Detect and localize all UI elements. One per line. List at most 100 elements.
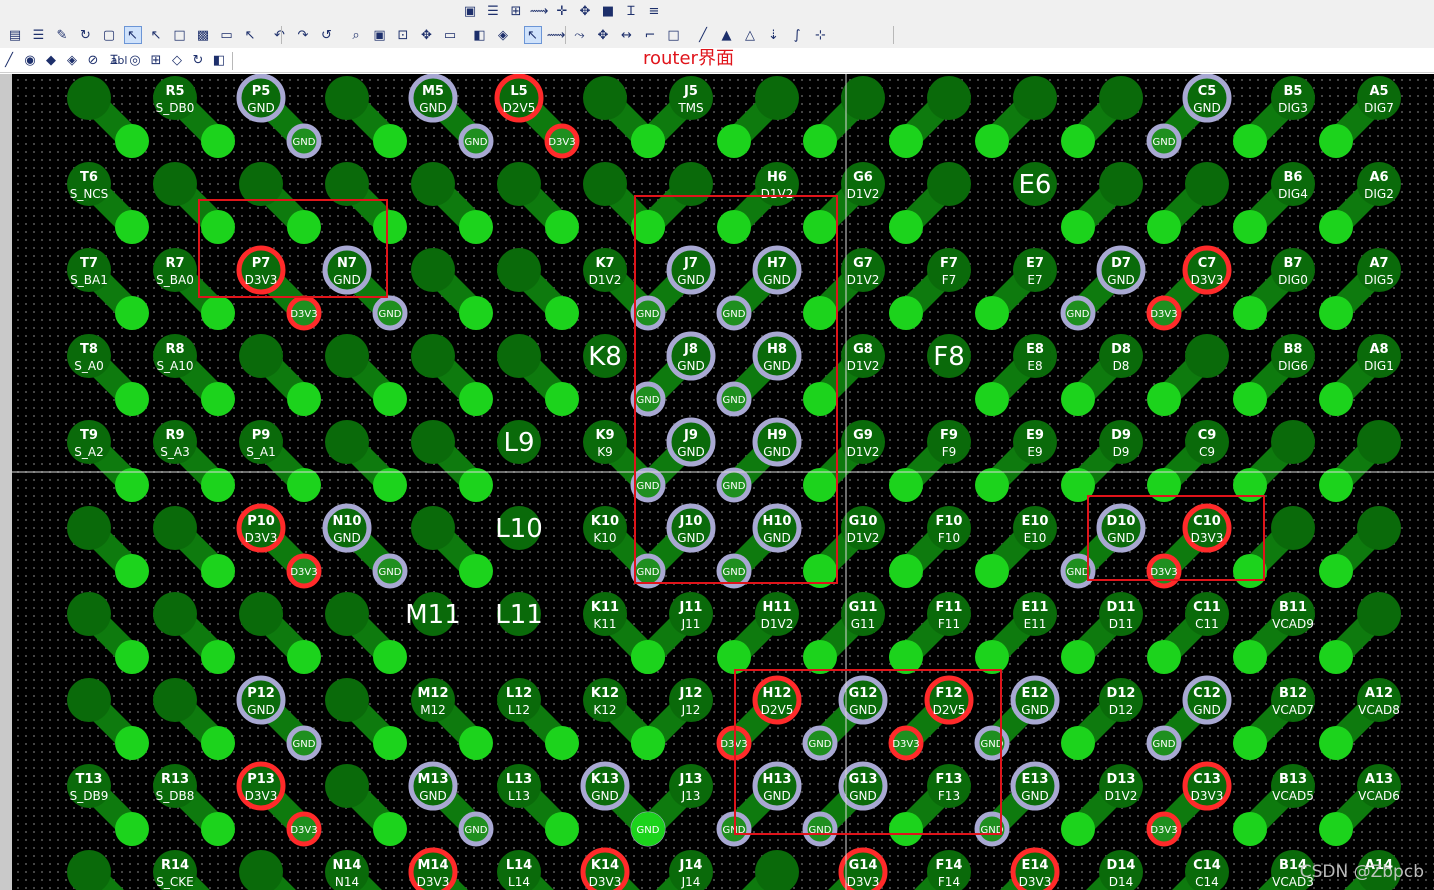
- pad-l6[interactable]: [497, 162, 541, 206]
- text-icon[interactable]: Ɪ: [622, 2, 640, 20]
- view-icon[interactable]: ▢: [100, 26, 118, 44]
- via[interactable]: [889, 296, 923, 330]
- route-icon[interactable]: ⟿: [530, 2, 549, 20]
- pad-r6[interactable]: [153, 162, 197, 206]
- pad-b10[interactable]: [1271, 506, 1315, 550]
- grid-icon[interactable]: ⊞: [147, 51, 165, 69]
- select-icon[interactable]: ↖: [123, 26, 142, 44]
- via[interactable]: [545, 726, 579, 760]
- box-icon[interactable]: □: [665, 26, 683, 44]
- pad-d5[interactable]: [1099, 76, 1143, 120]
- pad-t11[interactable]: [67, 592, 111, 636]
- palette-icon[interactable]: ◈: [63, 51, 81, 69]
- via[interactable]: [373, 812, 407, 846]
- pad-m6[interactable]: [411, 162, 455, 206]
- pad-r12[interactable]: [153, 678, 197, 722]
- via[interactable]: [975, 296, 1009, 330]
- tool-icon[interactable]: ✎: [53, 26, 71, 44]
- via[interactable]: [373, 468, 407, 502]
- route2-icon[interactable]: ⤳: [571, 26, 589, 44]
- via[interactable]: [287, 382, 321, 416]
- curve-icon[interactable]: ∫: [788, 26, 806, 44]
- zoom-window-icon[interactable]: ⊡: [394, 26, 412, 44]
- pan-icon[interactable]: ✥: [418, 26, 436, 44]
- box-icon[interactable]: □: [171, 26, 189, 44]
- pad-f6[interactable]: [927, 162, 971, 206]
- redo-icon[interactable]: ↷: [294, 26, 312, 44]
- pad-t5[interactable]: [67, 76, 111, 120]
- pad-n8[interactable]: [325, 334, 369, 378]
- lock-icon[interactable]: ▲: [718, 26, 736, 44]
- via[interactable]: [1061, 812, 1095, 846]
- via[interactable]: [287, 468, 321, 502]
- via[interactable]: [1319, 296, 1353, 330]
- pad-r11[interactable]: [153, 592, 197, 636]
- move-icon[interactable]: ✥: [594, 26, 612, 44]
- via[interactable]: [975, 382, 1009, 416]
- via[interactable]: [545, 812, 579, 846]
- doc-icon[interactable]: ▭: [218, 26, 236, 44]
- no-icon[interactable]: ⊘: [84, 51, 102, 69]
- via[interactable]: [115, 296, 149, 330]
- pad-h14[interactable]: [755, 850, 799, 890]
- cross-icon[interactable]: ✛: [553, 2, 571, 20]
- via[interactable]: [201, 124, 235, 158]
- pad-l8[interactable]: [497, 334, 541, 378]
- via[interactable]: [1319, 210, 1353, 244]
- via[interactable]: [201, 726, 235, 760]
- board-icon[interactable]: ▩: [194, 26, 212, 44]
- via[interactable]: [115, 468, 149, 502]
- via[interactable]: [1233, 382, 1267, 416]
- pad-n13[interactable]: [325, 764, 369, 808]
- via[interactable]: [459, 554, 493, 588]
- pad-f5[interactable]: [927, 76, 971, 120]
- net-icon[interactable]: ◇: [168, 51, 186, 69]
- via[interactable]: [1061, 210, 1095, 244]
- via[interactable]: [459, 468, 493, 502]
- via[interactable]: [1233, 124, 1267, 158]
- via[interactable]: [373, 124, 407, 158]
- via[interactable]: [545, 382, 579, 416]
- pad-n5[interactable]: [325, 76, 369, 120]
- pad-p8[interactable]: [239, 334, 283, 378]
- via[interactable]: [115, 554, 149, 588]
- via[interactable]: [631, 124, 665, 158]
- via[interactable]: [889, 210, 923, 244]
- pad-n11[interactable]: [325, 592, 369, 636]
- via[interactable]: [1147, 640, 1181, 674]
- via[interactable]: [201, 382, 235, 416]
- pad-k6[interactable]: [583, 162, 627, 206]
- pad-a9[interactable]: [1357, 420, 1401, 464]
- refresh-icon[interactable]: ↻: [77, 26, 95, 44]
- pad-e5[interactable]: [1013, 76, 1057, 120]
- via[interactable]: [1061, 124, 1095, 158]
- via[interactable]: [1233, 296, 1267, 330]
- via[interactable]: [201, 640, 235, 674]
- pad-a10[interactable]: [1357, 506, 1401, 550]
- via[interactable]: [373, 382, 407, 416]
- select-drc-icon[interactable]: ↖: [147, 26, 165, 44]
- via[interactable]: [1319, 382, 1353, 416]
- via[interactable]: [115, 812, 149, 846]
- pad-d6[interactable]: [1099, 162, 1143, 206]
- via[interactable]: [803, 124, 837, 158]
- layer-icon[interactable]: ◧: [210, 51, 228, 69]
- via[interactable]: [115, 726, 149, 760]
- pad-a11[interactable]: [1357, 592, 1401, 636]
- pad-m8[interactable]: [411, 334, 455, 378]
- pad-p11[interactable]: [239, 592, 283, 636]
- pad-n9[interactable]: [325, 420, 369, 464]
- via[interactable]: [1233, 726, 1267, 760]
- via[interactable]: [459, 726, 493, 760]
- list-icon[interactable]: ☰: [484, 2, 502, 20]
- via[interactable]: [373, 726, 407, 760]
- properties-icon[interactable]: ▤: [6, 26, 24, 44]
- pad-l7[interactable]: [497, 248, 541, 292]
- refresh-icon[interactable]: ↻: [189, 51, 207, 69]
- text-tool-label[interactable]: abl: [108, 51, 130, 69]
- layers-icon[interactable]: ◆: [42, 51, 60, 69]
- via[interactable]: [1319, 812, 1353, 846]
- pen-icon[interactable]: ╱: [694, 26, 712, 44]
- via[interactable]: [1233, 640, 1267, 674]
- via[interactable]: [1233, 210, 1267, 244]
